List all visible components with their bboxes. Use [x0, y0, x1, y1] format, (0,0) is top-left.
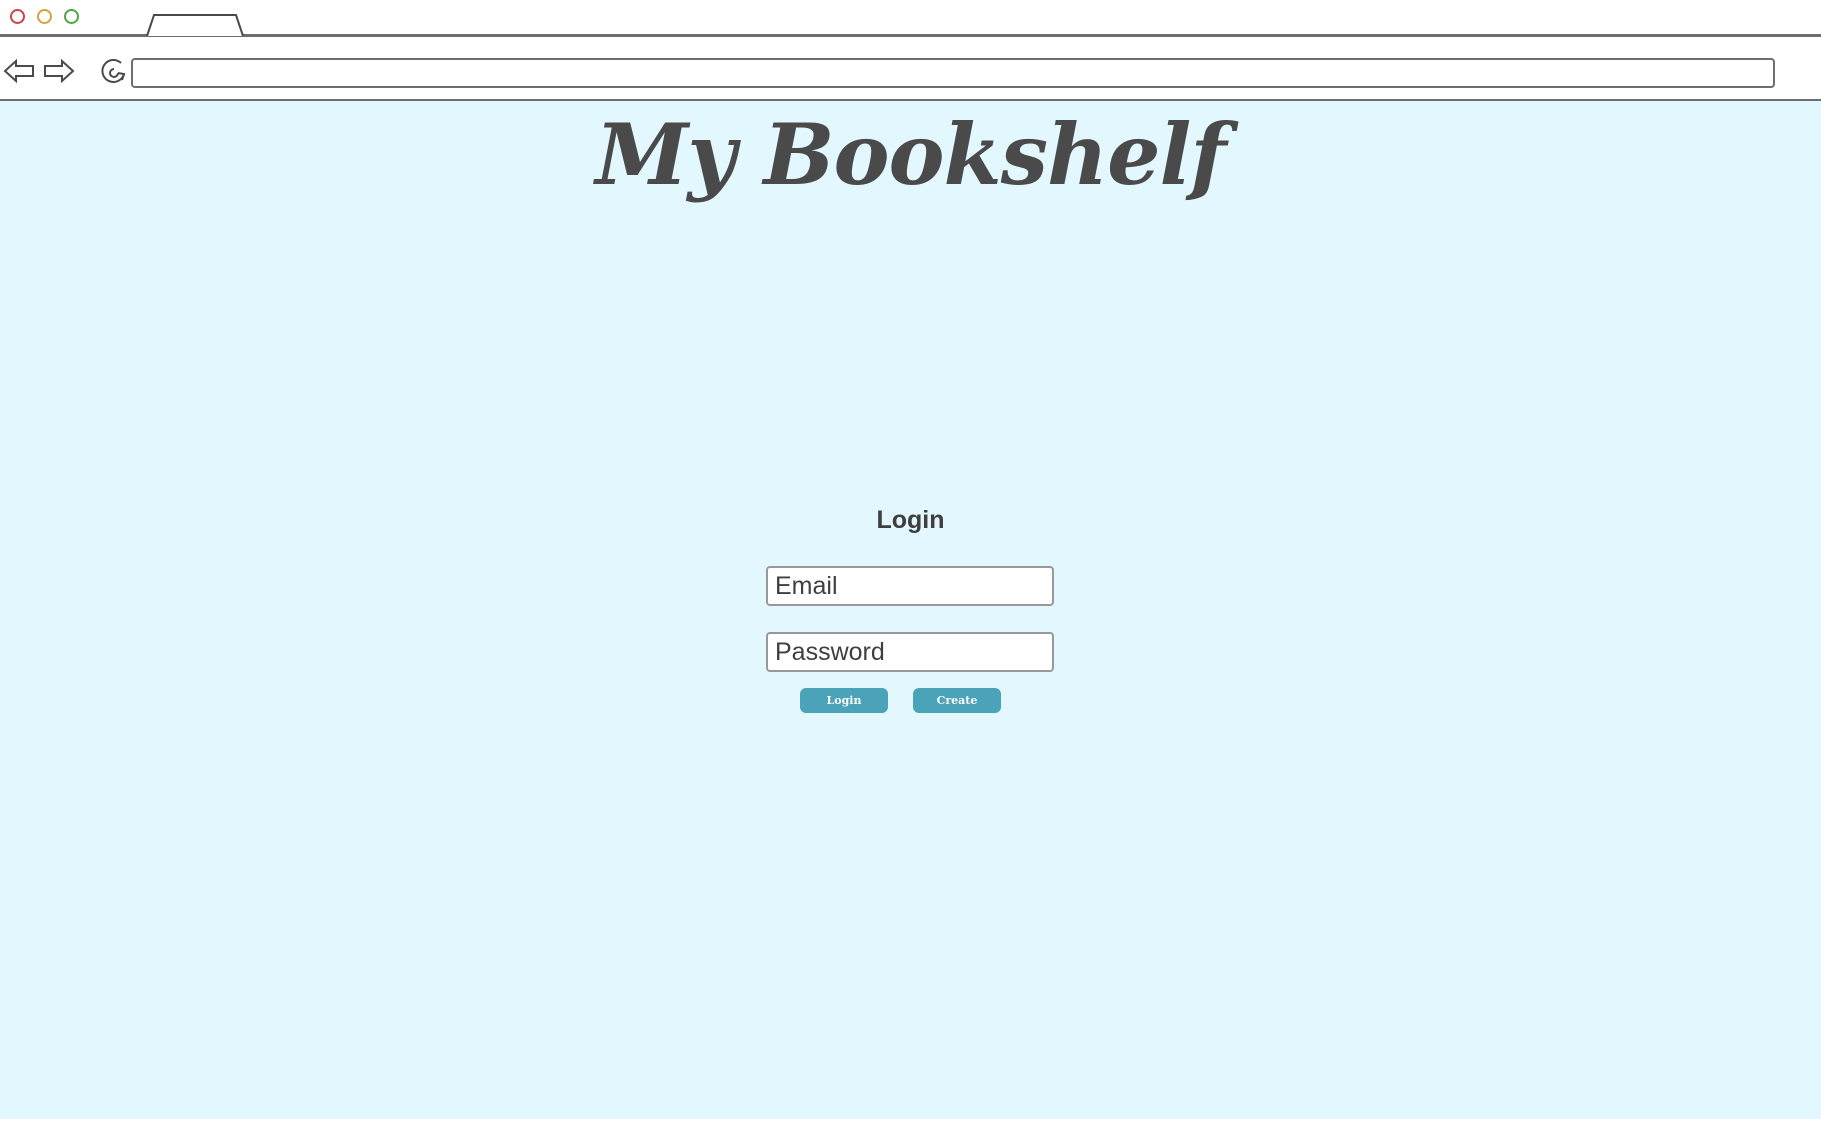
browser-window: My Bookshelf Login Login Create [0, 0, 1821, 1122]
back-arrow-icon [3, 58, 34, 84]
create-account-button[interactable]: Create [913, 688, 1001, 713]
browser-toolbar [0, 37, 1821, 101]
forward-arrow-icon [44, 58, 75, 84]
email-field[interactable] [766, 566, 1054, 606]
browser-tab[interactable] [146, 13, 246, 37]
site-logo: My Bookshelf [595, 105, 1226, 204]
minimize-window-icon[interactable] [37, 9, 52, 24]
login-heading: Login [876, 506, 945, 534]
reload-icon [101, 58, 126, 83]
maximize-window-icon[interactable] [64, 9, 79, 24]
title-bar [0, 0, 1821, 37]
forward-button[interactable] [43, 57, 75, 85]
close-window-icon[interactable] [10, 9, 25, 24]
password-field[interactable] [766, 632, 1054, 672]
reload-button[interactable] [99, 57, 129, 85]
page-content: My Bookshelf Login Login Create [0, 101, 1821, 1122]
address-bar[interactable] [131, 58, 1775, 88]
login-button[interactable]: Login [800, 688, 888, 713]
back-button[interactable] [3, 57, 35, 85]
